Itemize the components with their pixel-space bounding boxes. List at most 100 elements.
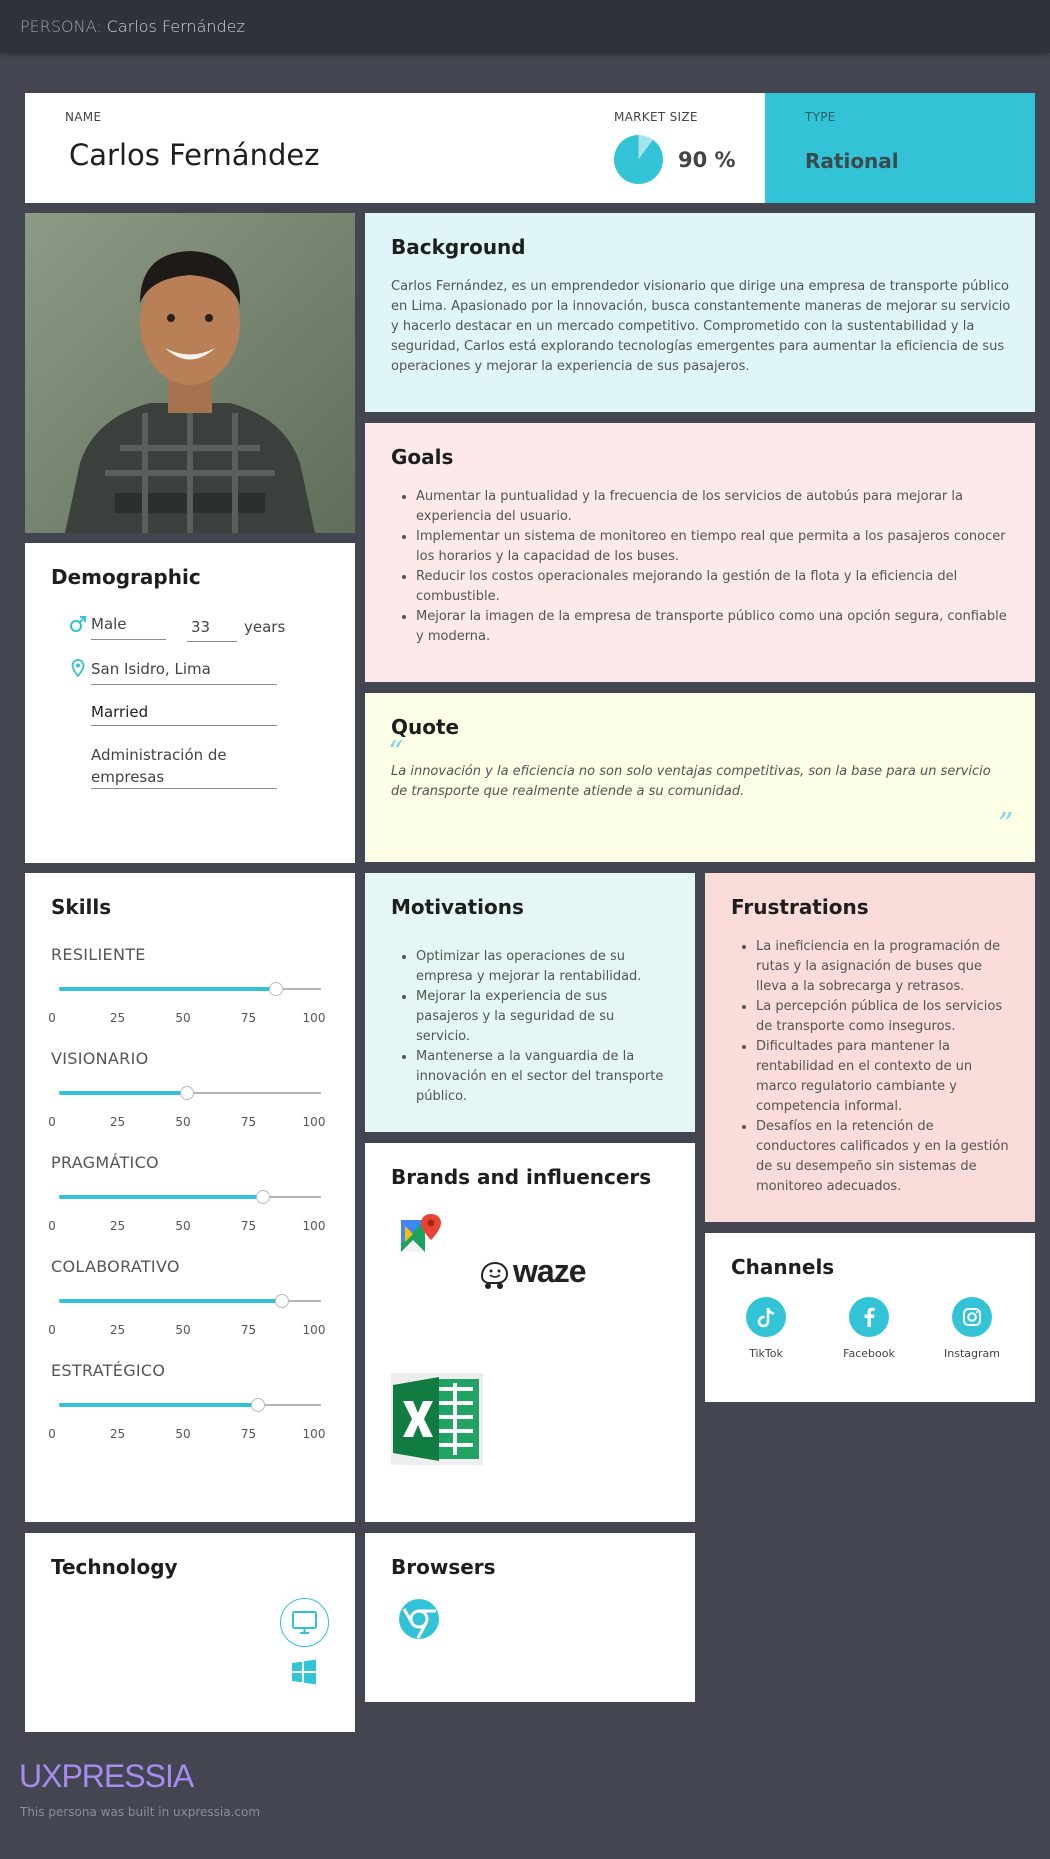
- skill-tick-label: 25: [109, 1115, 126, 1129]
- skill-tick-label: 50: [175, 1323, 191, 1337]
- excel-logo[interactable]: [391, 1373, 483, 1465]
- skill-label: COLABORATIVO: [51, 1257, 180, 1276]
- skill-tick-label: 50: [175, 1219, 191, 1233]
- skill-tick-label: 0: [48, 1219, 56, 1233]
- persona-photo: [25, 213, 355, 533]
- type-label: TYPE: [805, 110, 836, 124]
- market-size-pie: [614, 135, 663, 184]
- background-text: Carlos Fernández, es un emprendedor visi…: [391, 279, 1011, 374]
- top-bar: PERSONA: Carlos Fernández: [0, 0, 1050, 53]
- skill-slider-handle[interactable]: [251, 1398, 266, 1412]
- skills-title: Skills: [51, 895, 112, 919]
- skill-tick-label: 100: [302, 1115, 326, 1129]
- skill-slider-fill: [59, 1403, 259, 1407]
- google-maps-logo[interactable]: [399, 1212, 443, 1254]
- demographic-card: [25, 543, 355, 863]
- skill-tick-label: 100: [302, 1219, 326, 1233]
- type-value[interactable]: Rational: [805, 149, 899, 173]
- list-item: Mejorar la imagen de la empresa de trans…: [416, 607, 1011, 647]
- list-item: Reducir los costos operacionales mejoran…: [416, 567, 1011, 607]
- age-field[interactable]: 33: [191, 618, 210, 636]
- skill-label: ESTRATÉGICO: [51, 1361, 166, 1380]
- uxpressia-logo[interactable]: UXPRESSIA: [19, 1758, 194, 1795]
- demographic-title: Demographic: [51, 565, 201, 589]
- channel-label-instagram: Instagram: [944, 1347, 1000, 1360]
- motivations-list: Optimizar las operaciones de su empresa …: [391, 947, 671, 1107]
- gender-field[interactable]: Male: [91, 615, 127, 633]
- technology-title: Technology: [51, 1555, 178, 1579]
- skill-slider-fill: [59, 1299, 282, 1303]
- skill-tick-label: 100: [302, 1427, 326, 1441]
- age-unit: years: [244, 618, 286, 636]
- name-label: NAME: [65, 110, 102, 124]
- skill-tick-label: 25: [109, 1011, 126, 1025]
- footer-note: This persona was built in uxpressia.com: [20, 1805, 261, 1819]
- list-item: Mejorar la experiencia de sus pasajeros …: [416, 987, 671, 1047]
- list-item: La ineficiencia en la programación de ru…: [756, 937, 1016, 997]
- channel-label-facebook: Facebook: [843, 1347, 895, 1360]
- skill-tick-label: 50: [175, 1427, 191, 1441]
- frustrations-list: La ineficiencia en la programación de ru…: [731, 937, 1016, 1197]
- skill-tick-label: 0: [48, 1115, 56, 1129]
- facebook-icon[interactable]: [849, 1297, 889, 1337]
- list-item: Desafíos en la retención de conductores …: [756, 1117, 1016, 1197]
- skill-tick-label: 75: [240, 1115, 257, 1129]
- skill-tick-label: 100: [302, 1323, 326, 1337]
- skill-tick-label: 50: [175, 1115, 191, 1129]
- list-item: Optimizar las operaciones de su empresa …: [416, 947, 671, 987]
- skill-tick-label: 75: [240, 1011, 257, 1025]
- instagram-icon[interactable]: [952, 1297, 992, 1337]
- male-icon: [70, 616, 86, 632]
- skill-label: PRAGMÁTICO: [51, 1153, 159, 1172]
- age-underline: [187, 641, 237, 642]
- occupation-underline: [91, 788, 277, 789]
- skill-slider-fill: [59, 1091, 188, 1095]
- motivations-title: Motivations: [391, 895, 524, 919]
- background-title: Background: [391, 235, 526, 259]
- skill-label: RESILIENTE: [51, 945, 146, 964]
- status-underline: [91, 725, 277, 726]
- frustrations-title: Frustrations: [731, 895, 869, 919]
- chrome-icon: [399, 1599, 439, 1639]
- skill-tick-label: 75: [240, 1427, 257, 1441]
- skill-tick-label: 75: [240, 1323, 257, 1337]
- waze-wordmark: waze: [513, 1253, 586, 1289]
- skill-tick-label: 0: [48, 1427, 56, 1441]
- list-item: Mantenerse a la vanguardia de la innovac…: [416, 1047, 671, 1107]
- skill-tick-label: 0: [48, 1011, 56, 1025]
- skill-tick-label: 75: [240, 1219, 257, 1233]
- skill-tick-label: 25: [109, 1323, 126, 1337]
- occupation-field[interactable]: Administración de empresas: [91, 744, 241, 788]
- channel-label-tiktok: TikTok: [749, 1347, 783, 1360]
- goals-title: Goals: [391, 445, 454, 469]
- skill-tick-label: 25: [109, 1219, 126, 1233]
- tiktok-icon[interactable]: [746, 1297, 786, 1337]
- market-size-value[interactable]: 90 %: [678, 148, 736, 172]
- skill-slider-fill: [59, 987, 277, 991]
- skill-slider-handle[interactable]: [274, 1294, 289, 1308]
- market-size-label: MARKET SIZE: [614, 110, 698, 124]
- persona-photo-image: [25, 213, 355, 533]
- marital-status-field[interactable]: Married: [91, 703, 148, 721]
- channels-title: Channels: [731, 1255, 835, 1279]
- list-item: La percepción pública de los servicios d…: [756, 997, 1016, 1037]
- list-item: Implementar un sistema de monitoreo en t…: [416, 527, 1011, 567]
- waze-logo[interactable]: waze: [478, 1253, 613, 1297]
- persona-name[interactable]: Carlos Fernández: [69, 138, 319, 172]
- gender-underline: [91, 639, 166, 640]
- desktop-icon: [280, 1598, 329, 1647]
- brands-title: Brands and influencers: [391, 1165, 652, 1189]
- brands-card: [365, 1143, 695, 1522]
- skill-label: VISIONARIO: [51, 1049, 149, 1068]
- skill-tick-label: 100: [302, 1011, 326, 1025]
- windows-icon: [292, 1659, 316, 1685]
- browsers-title: Browsers: [391, 1555, 496, 1579]
- location-pin-icon: [71, 659, 85, 677]
- persona-title: PERSONA: Carlos Fernández: [20, 17, 245, 36]
- quote-text: La innovación y la eficiencia no son sol…: [391, 764, 991, 799]
- location-field[interactable]: San Isidro, Lima: [91, 660, 211, 678]
- skill-tick-label: 25: [109, 1427, 126, 1441]
- list-item: Aumentar la puntualidad y la frecuencia …: [416, 487, 1011, 527]
- location-underline: [91, 684, 277, 685]
- list-item: Dificultades para mantener la rentabilid…: [756, 1037, 1016, 1117]
